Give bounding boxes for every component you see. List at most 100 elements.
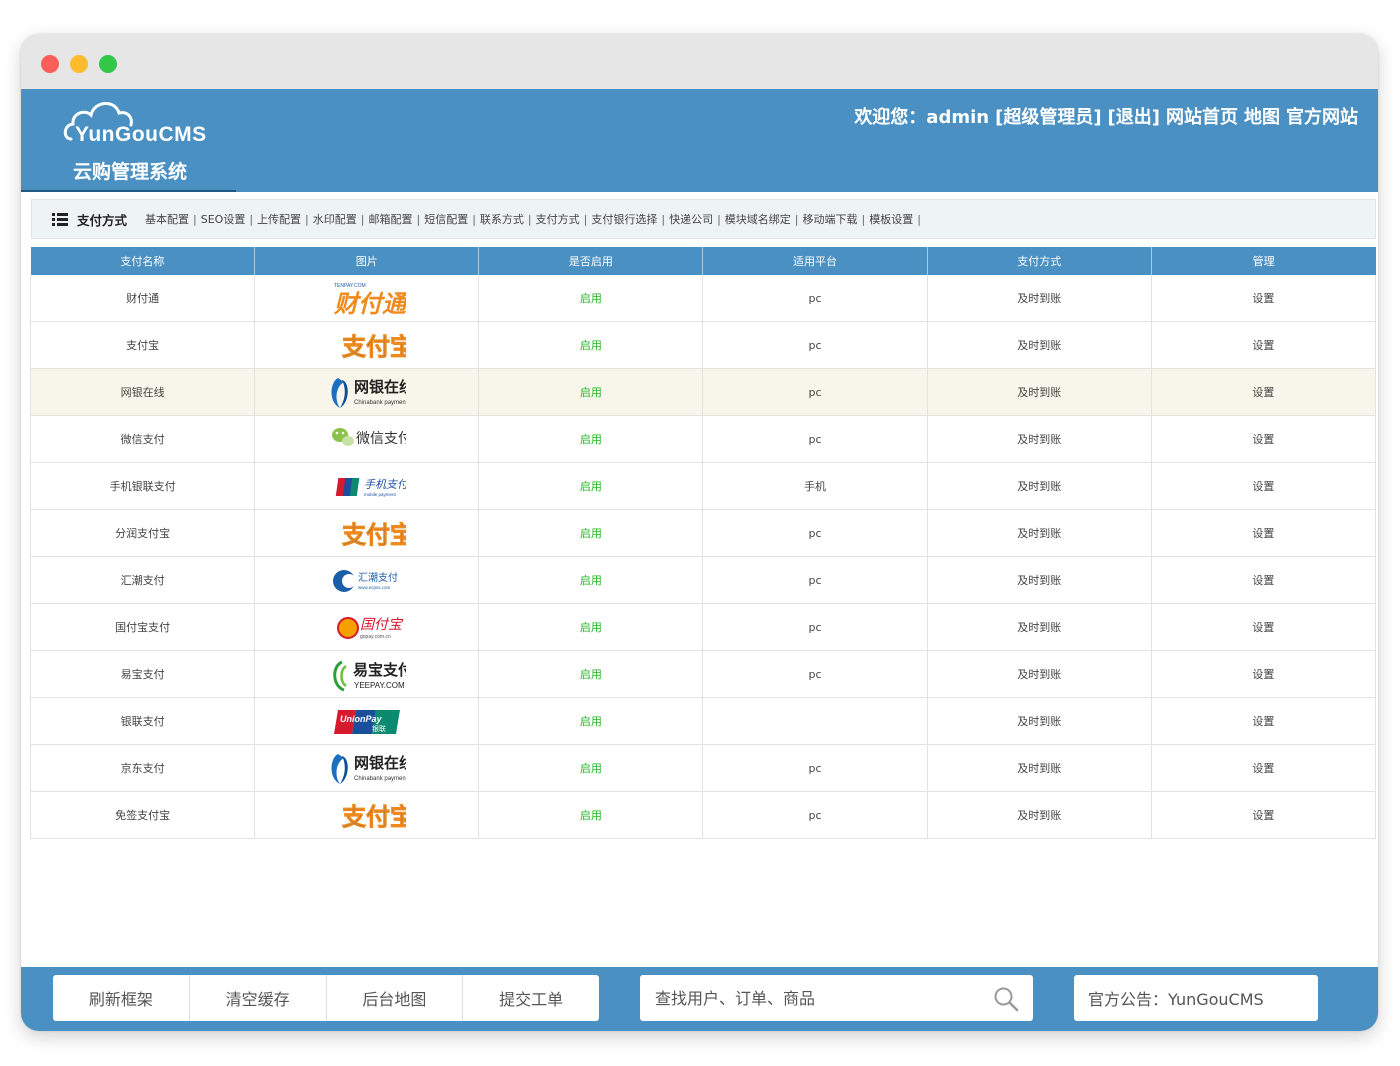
svg-text:TENPAY.COM: TENPAY.COM: [334, 283, 366, 289]
enabled-cell: 启用: [478, 415, 704, 463]
subnav-separator: |: [583, 212, 588, 226]
manage-cell: 设置: [1151, 462, 1377, 510]
payment-logo-cell: 国付宝 gopay.com.cn: [254, 603, 480, 651]
admin-map-button[interactable]: 后台地图: [327, 975, 464, 1021]
manage-cell: 设置: [1151, 368, 1377, 416]
minimize-window-button[interactable]: [70, 55, 88, 73]
alipay-logo: 支付宝: [328, 795, 414, 835]
subnav-link-mobile[interactable]: 移动端下载: [803, 211, 858, 227]
logo-subtitle: 云购管理系统: [73, 161, 188, 183]
close-window-button[interactable]: [41, 55, 59, 73]
maximize-window-button[interactable]: [99, 55, 117, 73]
refresh-frame-button[interactable]: 刷新框架: [53, 975, 190, 1021]
subnav-link-payment[interactable]: 支付方式: [536, 211, 580, 227]
payment-name: 免签支付宝: [29, 791, 256, 839]
subnav-link-domain[interactable]: 模块域名绑定: [725, 211, 791, 227]
notice-text: 官方公告：YunGouCMS: [1088, 990, 1264, 1009]
subnav-separator: |: [794, 212, 799, 226]
enabled-toggle[interactable]: 启用: [580, 809, 602, 822]
enabled-toggle[interactable]: 启用: [580, 574, 602, 587]
column-header-image: 图片: [254, 247, 480, 275]
svg-text:gopay.com.cn: gopay.com.cn: [360, 634, 391, 640]
enabled-cell: 启用: [478, 697, 704, 745]
header-underline: [21, 190, 236, 192]
payment-method-cell: 及时到账: [927, 275, 1152, 322]
official-notice[interactable]: 官方公告：YunGouCMS: [1074, 975, 1318, 1021]
enabled-toggle[interactable]: 启用: [580, 292, 602, 305]
settings-link[interactable]: 设置: [1252, 433, 1274, 446]
enabled-toggle[interactable]: 启用: [580, 668, 602, 681]
list-icon: [52, 212, 68, 226]
enabled-cell: 启用: [478, 509, 704, 557]
submit-ticket-button[interactable]: 提交工单: [463, 975, 599, 1021]
enabled-toggle[interactable]: 启用: [580, 762, 602, 775]
subnav-link-sms[interactable]: 短信配置: [424, 211, 468, 227]
enabled-toggle[interactable]: 启用: [580, 433, 602, 446]
enabled-toggle[interactable]: 启用: [580, 386, 602, 399]
enabled-cell: 启用: [478, 744, 704, 792]
platform-cell: pc: [702, 321, 928, 369]
sitemap-link[interactable]: 地图: [1244, 103, 1280, 129]
subnav-link-express[interactable]: 快递公司: [669, 211, 713, 227]
settings-link[interactable]: 设置: [1252, 715, 1274, 728]
settings-link[interactable]: 设置: [1252, 480, 1274, 493]
footer-bar: 刷新框架 清空缓存 后台地图 提交工单 官方公告：YunGouCMS: [21, 967, 1378, 1031]
ecpss-logo: 汇潮支付 www.ecpss.com: [328, 560, 406, 600]
column-header-method: 支付方式: [927, 247, 1152, 275]
svg-text:www.ecpss.com: www.ecpss.com: [358, 585, 391, 590]
subnav-separator: |: [416, 212, 421, 226]
table-row: 汇潮支付 汇潮支付 www.ecpss.com 启用 pc 及时到账 设置: [29, 556, 1377, 604]
settings-link[interactable]: 设置: [1252, 668, 1274, 681]
table-row: 京东支付 网银在线 Chinabank payments 启用 pc 及时到账 …: [29, 744, 1377, 792]
enabled-toggle[interactable]: 启用: [580, 715, 602, 728]
enabled-toggle[interactable]: 启用: [580, 621, 602, 634]
settings-link[interactable]: 设置: [1252, 809, 1274, 822]
subnav-link-email[interactable]: 邮箱配置: [368, 211, 412, 227]
subnav-separator: |: [249, 212, 254, 226]
settings-link[interactable]: 设置: [1252, 292, 1274, 305]
subnav-separator: |: [917, 212, 921, 226]
svg-text:Chinabank payments: Chinabank payments: [354, 400, 406, 406]
settings-link[interactable]: 设置: [1252, 762, 1274, 775]
yeepay-logo: 易宝支付 YEEPAY.COM: [328, 654, 413, 694]
subnav-link-seo[interactable]: SEO设置: [201, 211, 246, 227]
manage-cell: 设置: [1151, 556, 1377, 604]
official-site-link[interactable]: 官方网站: [1286, 103, 1358, 129]
subnav-link-watermark[interactable]: 水印配置: [313, 211, 357, 227]
payment-logo-cell: 微信支付: [254, 415, 480, 463]
svg-text:Chinabank payments: Chinabank payments: [354, 776, 406, 782]
subnav-link-basic[interactable]: 基本配置: [145, 211, 189, 227]
logout-link[interactable]: [退出]: [1108, 103, 1160, 129]
settings-link[interactable]: 设置: [1252, 621, 1274, 634]
enabled-toggle[interactable]: 启用: [580, 527, 602, 540]
subnav-separator: |: [305, 212, 309, 226]
svg-text:银联: 银联: [372, 724, 386, 733]
yungoucms-logo[interactable]: YunGouCMS 云购管理系统: [61, 95, 251, 185]
window-titlebar: [21, 34, 1378, 89]
site-home-link[interactable]: 网站首页: [1166, 103, 1238, 129]
app-header: YunGouCMS 云购管理系统 欢迎您：admin [超级管理员] [退出] …: [21, 89, 1378, 192]
search-input[interactable]: [653, 987, 977, 1009]
chinabank-logo: 网银在线 Chinabank payments: [328, 748, 414, 788]
subnav-link-contact[interactable]: 联系方式: [480, 211, 524, 227]
manage-cell: 设置: [1151, 791, 1377, 839]
payment-name: 手机银联支付: [29, 462, 256, 510]
payment-logo-cell: 支付宝: [254, 321, 480, 369]
search-icon[interactable]: [993, 986, 1019, 1012]
enabled-toggle[interactable]: 启用: [580, 480, 602, 493]
settings-link[interactable]: 设置: [1252, 386, 1274, 399]
settings-link[interactable]: 设置: [1252, 574, 1274, 587]
settings-link[interactable]: 设置: [1252, 339, 1274, 352]
settings-link[interactable]: 设置: [1252, 527, 1274, 540]
subnav-title: 支付方式: [77, 212, 128, 228]
svg-text:易宝支付: 易宝支付: [353, 661, 406, 679]
browser-window: YunGouCMS 云购管理系统 欢迎您：admin [超级管理员] [退出] …: [21, 34, 1378, 1031]
subnav-link-bank[interactable]: 支付银行选择: [591, 211, 657, 227]
subnav-link-template[interactable]: 模板设置: [869, 211, 913, 227]
svg-text:财付通: 财付通: [333, 290, 406, 318]
subnav-link-upload[interactable]: 上传配置: [257, 211, 301, 227]
payment-name: 国付宝支付: [29, 603, 256, 651]
clear-cache-button[interactable]: 清空缓存: [190, 975, 327, 1021]
enabled-toggle[interactable]: 启用: [580, 339, 602, 352]
table-row: 手机银联支付 手机支付 mobile payment 启用 手机 及时到账 设置: [29, 462, 1377, 510]
